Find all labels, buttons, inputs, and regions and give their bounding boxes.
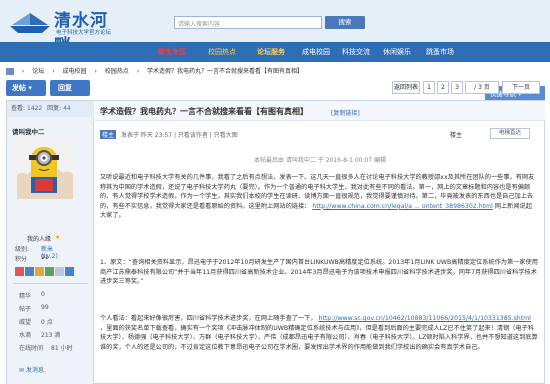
thread-stats: 查看: 1422 回复: 44 xyxy=(7,101,94,117)
site-header: 清水河畔 电子科技大学官方论坛 请输入搜索内容 搜索 xyxy=(0,0,550,56)
rank-star-icon: ★ xyxy=(55,234,61,241)
gov-link[interactable]: http://www.sc.gov.cn/10462/10883/11066/2… xyxy=(319,315,531,322)
breadcrumb-sep: › xyxy=(21,68,25,75)
page-jump-input[interactable]: / 3 页 xyxy=(465,81,499,94)
post-content: 学术造假？我电药丸？一言不合就搜来看看【有图有真相】 [复制链接] 楼主 发表于… xyxy=(95,101,545,384)
paper-boat-icon xyxy=(10,13,50,33)
avatar[interactable] xyxy=(13,137,75,199)
divider xyxy=(13,283,88,284)
points-label: 积分 xyxy=(15,256,28,263)
nav-item-market[interactable]: 跳蚤市场 xyxy=(420,42,460,62)
stat-value[interactable]: 99 xyxy=(41,304,49,311)
medal-icon[interactable] xyxy=(65,267,74,276)
stat-value: 0 点 xyxy=(41,319,53,326)
replies-count: 44 xyxy=(63,105,71,112)
stat-label: 帖子 xyxy=(19,306,32,313)
breadcrumb-forum[interactable]: 论坛 xyxy=(32,68,44,75)
breadcrumb-sep: › xyxy=(94,68,97,75)
nav-item-leisure[interactable]: 休闲娱乐 xyxy=(377,42,417,62)
author-tag: 楼主 xyxy=(100,130,117,139)
stat-water: 水滴 213 滴 xyxy=(19,330,60,339)
site-logo[interactable]: 清水河畔 电子科技大学官方论坛 xyxy=(6,3,124,56)
news-link[interactable]: http://www.china.com.cn/legal/a ... onte… xyxy=(312,203,492,210)
edit-note: 本帖最后由 请叫我中二 于 2016-8-1 00:07 编辑 xyxy=(253,157,387,164)
stat-value: 0 xyxy=(41,291,45,298)
level-label: 级别: xyxy=(15,246,30,253)
nav-item-uestc-campus[interactable]: 成电校园 xyxy=(296,42,336,62)
main-nav: 新生专区 校园热点 论坛服务 成电校园 科技交流 休闲娱乐 跳蚤市场 快捷导航 … xyxy=(0,42,550,102)
author-name[interactable]: 请叫我中二 xyxy=(12,126,45,136)
send-message-label: 发消息 xyxy=(25,367,44,374)
nav-item-campus-hot[interactable]: 校园热点 xyxy=(200,42,244,62)
page-1-button[interactable]: 1 xyxy=(423,81,435,94)
logo-subtitle: 电子科技大学官方论坛 xyxy=(56,30,112,36)
stat-posts: 帖子 99 xyxy=(19,304,49,313)
home-icon[interactable] xyxy=(6,68,14,75)
medal-icon[interactable] xyxy=(45,267,54,276)
replies-label: 回复: xyxy=(47,105,62,112)
breadcrumb-sep: › xyxy=(136,68,140,75)
nav-item-forum-service[interactable]: 论坛服务 xyxy=(249,42,293,62)
search-input[interactable]: 请输入搜索内容 xyxy=(174,16,322,29)
views-count: 1422 xyxy=(26,105,43,112)
stat-essence: 精华 0 xyxy=(19,291,45,300)
stat-prestige: 威望 0 点 xyxy=(19,317,53,326)
breadcrumb-sep: › xyxy=(52,68,55,75)
search-button[interactable]: 搜索 xyxy=(325,16,365,29)
post-title-bar: 学术造假？我电药丸？一言不合就搜来看看【有图有真相】 [复制链接] xyxy=(95,101,545,121)
nav-item-tech[interactable]: 科技交流 xyxy=(336,42,376,62)
user-level: 级别: 新米 (Lv.2) xyxy=(15,244,58,260)
stat-label: 在线时间 xyxy=(19,345,44,352)
breadcrumb-uestc-campus[interactable]: 成电校园 xyxy=(63,68,87,75)
medal-icon[interactable] xyxy=(25,267,34,276)
post-meta: 楼主 发表于 昨天 23:57 | 只看该作者 | 只看大图 xyxy=(100,130,238,139)
post-meta-text[interactable]: 发表于 昨天 23:57 | 只看该作者 | 只看大图 xyxy=(121,132,238,139)
paragraph-text: 个人看法：看起来好像很厉害，四川省科学技术进步奖，在网上随手查了一下， xyxy=(100,315,317,322)
breadcrumb-campus-hot[interactable]: 校园热点 xyxy=(105,68,129,75)
stat-label: 水滴 xyxy=(19,332,32,339)
stat-value: 81 小时 xyxy=(51,345,73,352)
new-post-button[interactable]: 发帖 ▾ xyxy=(6,80,46,96)
post-title: 学术造假？我电药丸？一言不合就搜来看看【有图有真相】 xyxy=(100,107,308,116)
stat-value: 213 滴 xyxy=(41,332,61,339)
elevator-input[interactable]: 电梯直达 xyxy=(490,128,530,139)
floor-label: 楼主 xyxy=(450,132,463,139)
mail-icon: ✉ xyxy=(19,367,25,374)
medal-icon[interactable] xyxy=(55,267,64,276)
medal-icon[interactable] xyxy=(35,267,44,276)
page-3-button[interactable]: 3 xyxy=(451,81,463,94)
return-list-button[interactable]: 返回列表 xyxy=(392,81,420,94)
stat-label: 威望 xyxy=(19,319,32,326)
copy-link-button[interactable]: [复制链接] xyxy=(331,108,360,117)
next-page-button[interactable]: 下一页 xyxy=(502,81,540,94)
page-2-button[interactable]: 2 xyxy=(437,81,449,94)
medal-list xyxy=(15,267,85,277)
stat-label: 精华 xyxy=(19,293,32,300)
views-label: 查看: xyxy=(11,105,26,112)
paragraph-tail: ，里面的获奖名单下载查看，确实有一个奖项《冲击脉冲体制的UWB精确定位系统技术与… xyxy=(100,324,538,351)
breadcrumb: › 论坛 › 成电校园 › 校园热点 › 学术造假？我电药丸？一言不合就搜来看看… xyxy=(6,66,544,77)
points-value: 91 xyxy=(41,254,49,261)
send-message-link[interactable]: ✉ 发消息 xyxy=(19,365,44,374)
post-container: 查看: 1422 回复: 44 请叫我中二 我的人缘 ★ 级别: 新米 (Lv.… xyxy=(6,100,545,384)
stat-online-time: 在线时间 81 小时 xyxy=(19,343,73,352)
user-title: 我的人缘 xyxy=(27,236,52,243)
nav-item-freshman[interactable]: 新生专区 xyxy=(150,42,194,62)
post-paragraph-1: 又听说最近和电子科技大学有关的几件事，我看了之后有点想法，发表一下。这几天一直很… xyxy=(100,173,538,221)
reply-button[interactable]: 回复 xyxy=(50,80,90,96)
user-points: 积分 91 xyxy=(15,254,49,263)
post-paragraph-2: 1、原文：“查询相关资料显示，昂迅电子于2012年10月研发生产了国内首台LIN… xyxy=(100,259,538,286)
medal-icon[interactable] xyxy=(15,267,24,276)
author-panel: 查看: 1422 回复: 44 请叫我中二 我的人缘 ★ 级别: 新米 (Lv.… xyxy=(7,101,94,384)
post-paragraph-3: 个人看法：看起来好像很厉害，四川省科学技术进步奖，在网上随手查了一下， http… xyxy=(100,314,538,352)
breadcrumb-thread[interactable]: 学术造假？我电药丸？一言不合就搜来看看【有图有真相】 xyxy=(147,68,303,75)
